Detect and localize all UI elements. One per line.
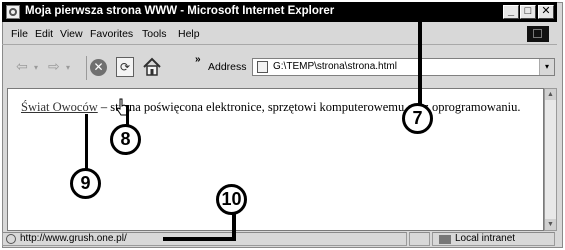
title-bar[interactable]: Moja pierwsza strona WWW - Microsoft Int… xyxy=(2,2,557,22)
address-input[interactable]: G:\TEMP\strona\strona.html xyxy=(273,61,397,72)
callout-8: 8 xyxy=(110,124,141,155)
close-button[interactable]: ✕ xyxy=(538,5,554,19)
back-arrow-icon[interactable]: ⇦ xyxy=(16,59,28,73)
maximize-button[interactable]: □ xyxy=(520,5,536,19)
status-bar: http://www.grush.one.pl/ Local intranet xyxy=(2,232,557,246)
callout-8-leader xyxy=(126,105,129,125)
windows-logo-icon xyxy=(527,26,549,42)
ie-page-icon xyxy=(6,5,20,19)
home-icon[interactable] xyxy=(142,57,162,77)
vertical-scrollbar[interactable]: ▲ ▼ xyxy=(544,88,557,231)
page-body-text: – strona poświęcona elektronice, sprzęto… xyxy=(97,100,521,114)
address-dropdown-icon[interactable]: ▾ xyxy=(539,59,554,75)
scroll-down-icon[interactable]: ▼ xyxy=(545,219,556,230)
address-label: Address xyxy=(208,61,247,73)
forward-arrow-icon[interactable]: ⇨ xyxy=(48,59,60,73)
menu-tools[interactable]: Tools xyxy=(142,28,167,40)
callout-9: 9 xyxy=(70,168,101,199)
back-dropdown-icon[interactable]: ▾ xyxy=(34,61,38,75)
menu-view[interactable]: View xyxy=(60,28,83,40)
toolbar-chevron[interactable]: » xyxy=(195,54,201,65)
toolbar: ⇦ ▾ ⇨ ▾ ✕ ⟳ » Address G:\TEMP\strona\str… xyxy=(2,46,557,86)
callout-10: 10 xyxy=(216,184,247,215)
address-bar[interactable]: G:\TEMP\strona\strona.html ▾ xyxy=(252,58,555,76)
intranet-icon xyxy=(439,235,451,244)
stop-icon[interactable]: ✕ xyxy=(90,59,107,76)
globe-icon xyxy=(6,234,16,244)
site-link[interactable]: Świat Owoców xyxy=(21,100,98,114)
status-zone: Local intranet xyxy=(455,233,516,244)
status-pane-1 xyxy=(409,232,430,246)
callout-9-leader xyxy=(85,114,88,169)
scroll-up-icon[interactable]: ▲ xyxy=(545,89,556,100)
menu-bar: File Edit View Favorites Tools Help xyxy=(2,24,557,45)
callout-7: 7 xyxy=(402,103,433,134)
callout-7-leader xyxy=(418,20,422,105)
menu-help[interactable]: Help xyxy=(178,28,200,40)
forward-dropdown-icon[interactable]: ▾ xyxy=(66,61,70,75)
callout-10-leader-h xyxy=(163,237,236,241)
window-title: Moja pierwsza strona WWW - Microsoft Int… xyxy=(25,5,335,17)
refresh-icon[interactable]: ⟳ xyxy=(116,57,134,77)
menu-file[interactable]: File xyxy=(11,28,28,40)
menu-favorites[interactable]: Favorites xyxy=(90,28,133,40)
page-paragraph: Świat Owoców – strona poświęcona elektro… xyxy=(21,99,521,115)
status-zone-pane: Local intranet xyxy=(432,232,555,246)
minimize-button[interactable]: _ xyxy=(503,5,519,19)
toolbar-separator xyxy=(86,56,87,80)
menu-edit[interactable]: Edit xyxy=(35,28,53,40)
page-icon xyxy=(257,61,268,73)
status-url: http://www.grush.one.pl/ xyxy=(20,233,127,244)
